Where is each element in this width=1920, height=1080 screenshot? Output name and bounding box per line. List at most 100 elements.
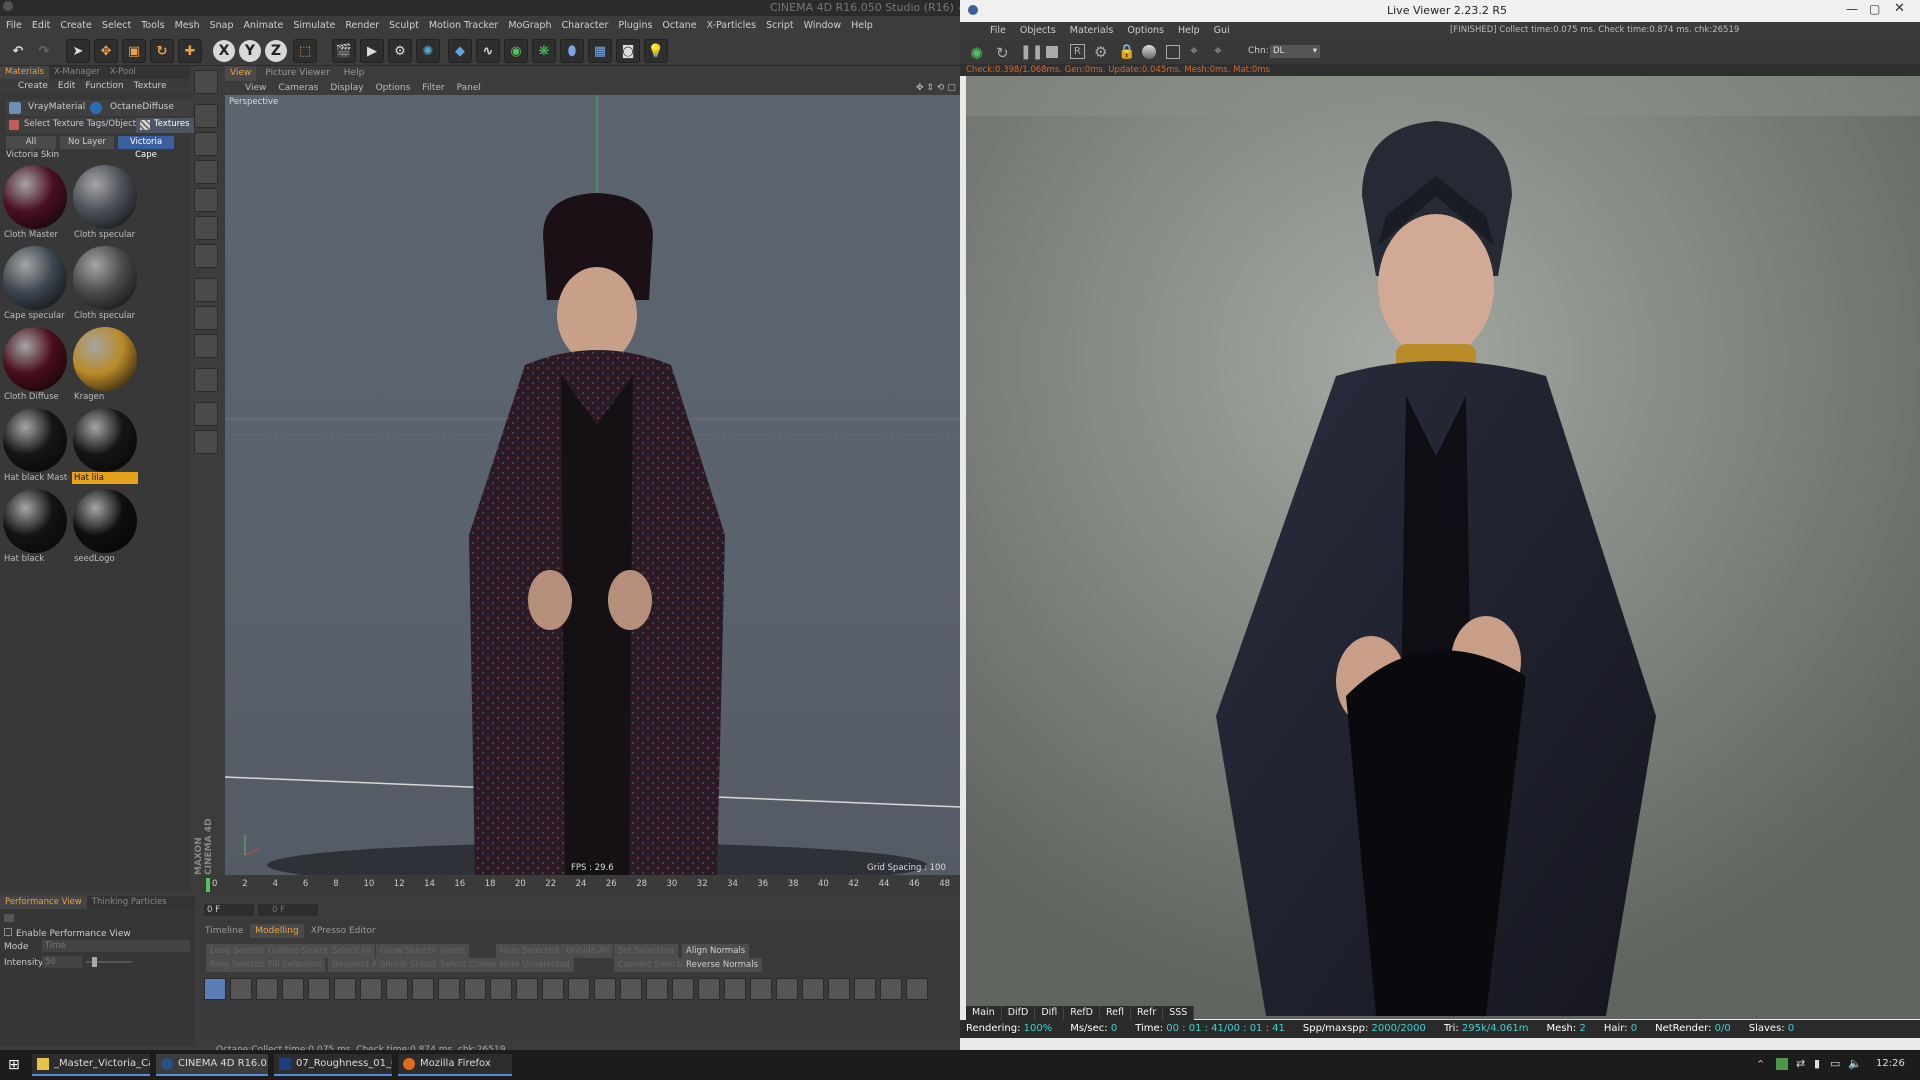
snap-icon[interactable] [194, 334, 218, 358]
extrude-icon[interactable] [230, 978, 252, 1000]
material-swatch[interactable]: Hat black Master [2, 407, 68, 485]
workplane-icon[interactable] [194, 160, 218, 184]
menu-motion-tracker[interactable]: Motion Tracker [429, 18, 499, 34]
select-texture-tags-button[interactable]: Select Texture Tags/Objects [24, 119, 141, 129]
menu-animate[interactable]: Animate [244, 18, 284, 34]
viewport-tab-help[interactable]: Help [339, 66, 370, 81]
menu-plugins[interactable]: Plugins [618, 18, 652, 34]
tray-app-icon[interactable] [1776, 1058, 1788, 1070]
perf-tab-thinking-particles[interactable]: Thinking Particles [87, 896, 172, 909]
material-preview[interactable] [3, 246, 67, 310]
cube-icon[interactable]: ◆ [448, 39, 472, 63]
pass-tab-difl[interactable]: Difl [1035, 1006, 1065, 1020]
redo-icon[interactable]: ↷ [32, 39, 56, 63]
normal-scale-icon[interactable] [620, 978, 642, 1000]
minimize-icon[interactable]: — [1846, 2, 1858, 16]
material-swatch[interactable]: Cloth Diffuse [2, 326, 68, 404]
material-swatch[interactable]: Cloth specular m [72, 164, 138, 242]
viewport-menu-options[interactable]: Options [376, 82, 411, 95]
menu-mesh[interactable]: Mesh [175, 18, 200, 34]
pass-tab-sss[interactable]: SSS [1163, 1006, 1195, 1020]
pass-tab-refd[interactable]: RefD [1064, 1006, 1100, 1020]
viewport-menu-view[interactable]: View [245, 82, 266, 95]
material-swatch[interactable]: Kragen [72, 326, 138, 404]
modelling-button-fill-selection[interactable]: Fill Selection [264, 958, 326, 972]
modelling-button-unhide-all[interactable]: Unhide All [562, 944, 614, 958]
menu-edit[interactable]: Edit [32, 18, 50, 34]
viewport-tab-view[interactable]: View [225, 66, 257, 81]
coordinate-system-icon[interactable]: ⬚ [293, 39, 317, 63]
viewport-perspective[interactable]: Perspective FPS : 29.6 Grid Spacing: 10… [225, 95, 961, 875]
bottom-tab-modelling[interactable]: Modelling [250, 924, 304, 938]
scale-icon[interactable]: ▣ [122, 39, 146, 63]
min-frame-field[interactable]: 0 F [258, 904, 318, 916]
menu-render[interactable]: Render [345, 18, 379, 34]
task-master-victoria-cape[interactable]: _Master_Victoria_Cape [32, 1054, 150, 1076]
dissolve-icon[interactable] [906, 978, 928, 1000]
octane-icon[interactable]: ✺ [416, 39, 440, 63]
enable-perf-checkbox[interactable] [4, 928, 12, 936]
task-roughness[interactable]: 07_Roughness_01_01... [274, 1054, 392, 1076]
start-render-icon[interactable]: ✺ [970, 44, 983, 63]
playhead-icon[interactable] [206, 878, 210, 892]
mirror-icon[interactable] [412, 978, 434, 1000]
network-icon[interactable]: ⇄ [1796, 1057, 1805, 1070]
materials-menu-function[interactable]: Function [85, 79, 123, 93]
material-swatch[interactable]: Hat black [2, 488, 68, 566]
pause-icon[interactable]: ❚❚ [1020, 44, 1043, 60]
workplane-lock-icon[interactable] [194, 430, 218, 454]
power-icon[interactable]: ▮ [1814, 1057, 1820, 1070]
volume-icon[interactable]: 🔈 [1848, 1057, 1862, 1070]
tab-materials[interactable]: Materials [0, 66, 49, 79]
material-preview[interactable] [73, 489, 137, 553]
intensity-slider[interactable] [86, 957, 132, 967]
clock[interactable]: 12:26 [1876, 1058, 1905, 1069]
viewport-tool-1-icon[interactable] [194, 70, 218, 94]
modelling-button-hide-unselected[interactable]: Hide Unselected [496, 958, 574, 972]
menu-mograph[interactable]: MoGraph [508, 18, 551, 34]
spline-icon[interactable]: ∿ [476, 39, 500, 63]
menu-snap[interactable]: Snap [210, 18, 234, 34]
matrix-extrude-icon[interactable] [568, 978, 590, 1000]
modelling-button-hide-selected[interactable]: Hide Selected [496, 944, 563, 958]
bevel-icon[interactable] [282, 978, 304, 1000]
move-icon[interactable]: ✥ [94, 39, 118, 63]
lv-menu-gui[interactable]: Gui [1214, 22, 1230, 40]
close-icon[interactable]: ✕ [1894, 1, 1905, 16]
enable-perf-row[interactable]: Enable Performance View [4, 928, 131, 939]
split-icon[interactable] [828, 978, 850, 1000]
modelling-button-set-selection[interactable]: Set Selection [614, 944, 678, 958]
vraymaterial-label[interactable]: VrayMaterial [28, 102, 85, 112]
material-preview[interactable] [73, 165, 137, 229]
maximize-icon[interactable]: ▢ [1869, 2, 1880, 16]
textures-toggle[interactable]: Textures [136, 118, 194, 133]
magnet-tool-icon[interactable] [386, 978, 408, 1000]
render-view-icon[interactable]: 🎬 [332, 39, 356, 63]
menu-tools[interactable]: Tools [141, 18, 164, 34]
align-icon[interactable] [672, 978, 694, 1000]
mode-select[interactable]: Time [42, 940, 190, 952]
pass-tab-main[interactable]: Main [966, 1006, 1002, 1020]
pick-material-icon[interactable]: ⌖ [1214, 43, 1222, 59]
slide-icon[interactable] [464, 978, 486, 1000]
menu-octane[interactable]: Octane [662, 18, 696, 34]
lock-icon[interactable]: 🔒 [1118, 44, 1135, 60]
undo-icon[interactable]: ↶ [6, 39, 30, 63]
intensity-field[interactable]: 50 [42, 956, 82, 968]
channel-select[interactable]: DL ▾ [1270, 45, 1320, 58]
stop-icon[interactable] [1046, 46, 1058, 58]
viewport-menu-cameras[interactable]: Cameras [278, 82, 318, 95]
start-icon[interactable]: ⊞ [8, 1057, 20, 1073]
material-preview[interactable] [73, 246, 137, 310]
untriangulate-icon[interactable] [776, 978, 798, 1000]
model-mode-icon[interactable] [194, 104, 218, 128]
rotate-icon[interactable]: ↻ [150, 39, 174, 63]
tweak-mode-icon[interactable] [194, 306, 218, 330]
material-swatch[interactable]: seedLogo [72, 488, 138, 566]
modelling-button-select-all[interactable]: Select All [328, 944, 376, 958]
octanediffuse-label[interactable]: OctaneDiffuse [110, 102, 174, 112]
materials-menu-create[interactable]: Create [18, 79, 48, 93]
settings-icon[interactable]: ⚙ [1094, 43, 1107, 61]
pass-tab-refl[interactable]: Refl [1099, 1006, 1131, 1020]
render-picture-viewer-icon[interactable]: ▶ [360, 39, 384, 63]
